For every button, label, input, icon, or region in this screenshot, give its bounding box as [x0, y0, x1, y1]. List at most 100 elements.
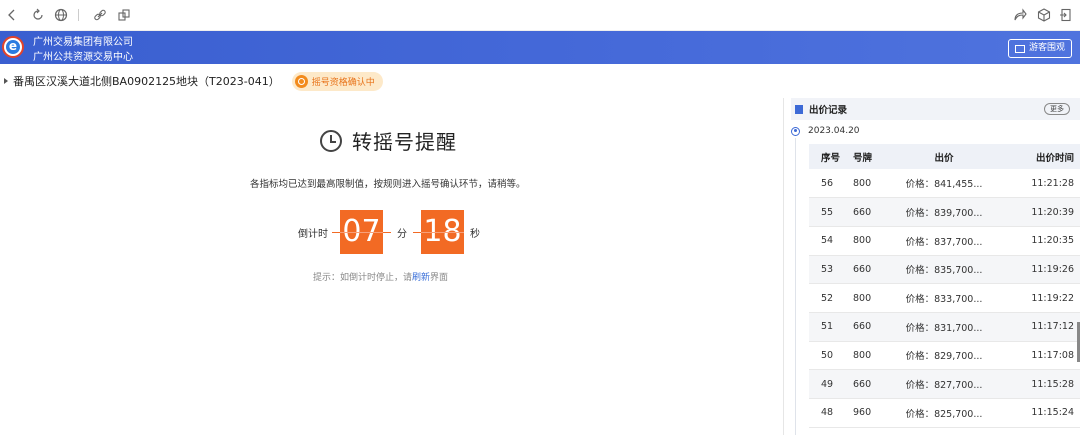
status-badge: 摇号资格确认中 — [291, 71, 383, 91]
bid-date-row: 2023.04.20 — [791, 124, 860, 138]
project-breadcrumb: 番禺区汉溪大道北侧BA0902125地块（T2023-041） 摇号资格确认中 — [0, 71, 383, 91]
project-title: 番禺区汉溪大道北侧BA0902125地块（T2023-041） — [13, 75, 280, 88]
cell-no: 48 — [809, 398, 845, 428]
countdown-seconds: 18 — [421, 210, 464, 254]
site-header: e 广州交易集团有限公司 广州公共资源交易中心 游客围观 — [0, 31, 1080, 64]
countdown-minutes: 07 — [340, 210, 383, 254]
table-row: 53 660 价格：835,700... 11:19:26 — [809, 255, 1080, 285]
status-icon — [294, 74, 308, 88]
cell-price: 价格：827,700... — [889, 369, 999, 399]
cell-plate: 660 — [845, 312, 889, 342]
cell-time: 11:17:08 — [999, 341, 1080, 371]
link-icon[interactable] — [92, 7, 108, 23]
alarm-clock-icon — [320, 129, 342, 152]
share-icon[interactable] — [1012, 7, 1028, 23]
cell-price: 价格：841,455... — [889, 169, 999, 199]
countdown-label: 倒计时 — [298, 228, 328, 240]
cell-time: 11:20:35 — [999, 226, 1080, 256]
table-row: 51 660 价格：831,700... 11:17:12 — [809, 312, 1080, 342]
reminder-heading: 转摇号提醒 — [320, 126, 457, 155]
timeline-line — [795, 138, 796, 435]
cell-price: 价格：837,700... — [889, 226, 999, 256]
col-header-price: 出价 — [889, 144, 999, 169]
cell-price: 价格：831,700... — [889, 312, 999, 342]
cell-plate: 660 — [845, 255, 889, 285]
cell-no: 54 — [809, 226, 845, 256]
table-row: 52 800 价格：833,700... 11:19:22 — [809, 283, 1080, 313]
bid-records-header: 出价记录 更多 — [791, 98, 1080, 120]
bid-records-panel: 出价记录 更多 2023.04.20 序号 号牌 出价 出价时间 56 800 价格… — [791, 98, 1080, 435]
monitor-icon — [1014, 44, 1025, 53]
toolbar-divider — [78, 9, 79, 21]
globe-icon[interactable] — [53, 7, 69, 23]
cell-price: 价格：825,700... — [889, 398, 999, 428]
col-header-plate: 号牌 — [845, 144, 889, 169]
cell-price: 价格：829,700... — [889, 341, 999, 371]
countdown-connector — [413, 231, 421, 233]
browser-toolbar — [0, 0, 1080, 31]
table-row: 48 960 价格：825,700... 11:15:24 — [809, 398, 1080, 428]
hint-suffix: 界面 — [430, 273, 449, 283]
caret-right-icon — [4, 78, 8, 84]
status-label: 摇号资格确认中 — [311, 77, 375, 88]
cell-no: 51 — [809, 312, 845, 342]
guest-view-button[interactable]: 游客围观 — [1007, 39, 1072, 58]
cell-time: 11:15:24 — [999, 398, 1080, 428]
cell-no: 52 — [809, 283, 845, 313]
cell-time: 11:17:12 — [999, 312, 1080, 342]
seconds-unit: 秒 — [470, 228, 480, 240]
countdown-connector — [383, 231, 391, 233]
more-button[interactable]: 更多 — [1044, 103, 1070, 115]
section-marker-icon — [795, 104, 803, 114]
table-row: 56 800 价格：841,455... 11:21:28 — [809, 169, 1080, 199]
cell-price: 价格：839,700... — [889, 197, 999, 227]
org-name-secondary: 广州公共资源交易中心 — [33, 52, 133, 63]
site-logo[interactable]: e — [2, 36, 24, 58]
org-name-primary: 广州交易集团有限公司 — [33, 37, 133, 48]
reminder-title: 转摇号提醒 — [352, 130, 457, 154]
cell-plate: 800 — [845, 169, 889, 199]
countdown-timer: 倒计时 07 分 18 秒 — [298, 210, 480, 254]
col-header-time: 出价时间 — [999, 144, 1080, 169]
cell-time: 11:20:39 — [999, 197, 1080, 227]
reminder-description: 各指标均已达到最高限制值，按规则进入摇号确认环节，请稍等。 — [250, 179, 526, 190]
bid-date: 2023.04.20 — [808, 126, 860, 136]
cell-time: 11:19:22 — [999, 283, 1080, 313]
guest-view-label: 游客围观 — [1028, 43, 1065, 53]
cell-price: 价格：835,700... — [889, 255, 999, 285]
exit-icon[interactable] — [1058, 7, 1074, 23]
cell-plate: 960 — [845, 398, 889, 428]
table-row: 49 660 价格：827,700... 11:15:28 — [809, 369, 1080, 399]
cell-no: 49 — [809, 369, 845, 399]
cell-price: 价格：833,700... — [889, 283, 999, 313]
bid-records-title: 出价记录 — [809, 105, 848, 116]
cell-time: 11:21:28 — [999, 169, 1080, 199]
table-header-row: 序号 号牌 出价 出价时间 — [809, 144, 1080, 169]
refresh-hint: 提示：如倒计时停止，请刷新界面 — [313, 270, 448, 283]
cell-no: 53 — [809, 255, 845, 285]
cube-icon[interactable] — [1036, 7, 1052, 23]
bid-table: 序号 号牌 出价 出价时间 56 800 价格：841,455... 11:21:28… — [809, 144, 1080, 428]
refresh-icon[interactable] — [30, 7, 46, 23]
cell-time: 11:19:26 — [999, 255, 1080, 285]
cell-plate: 660 — [845, 197, 889, 227]
timeline-dot-icon — [791, 126, 800, 136]
cell-no: 56 — [809, 169, 845, 199]
back-icon[interactable] — [4, 7, 20, 23]
cell-no: 55 — [809, 197, 845, 227]
table-row: 55 660 价格：839,700... 11:20:39 — [809, 197, 1080, 227]
hint-prefix: 提示：如倒计时停止，请 — [313, 273, 413, 283]
cell-no: 50 — [809, 341, 845, 371]
table-row: 54 800 价格：837,700... 11:20:35 — [809, 226, 1080, 256]
cell-plate: 800 — [845, 341, 889, 371]
cell-plate: 800 — [845, 226, 889, 256]
minutes-unit: 分 — [397, 228, 407, 240]
refresh-link[interactable]: 刷新 — [412, 273, 430, 283]
panel-divider — [783, 98, 784, 435]
cell-plate: 660 — [845, 369, 889, 399]
copy-icon[interactable] — [116, 7, 132, 23]
col-header-no: 序号 — [809, 144, 845, 169]
table-row: 50 800 价格：829,700... 11:17:08 — [809, 341, 1080, 371]
cell-plate: 800 — [845, 283, 889, 313]
countdown-connector — [332, 231, 340, 233]
